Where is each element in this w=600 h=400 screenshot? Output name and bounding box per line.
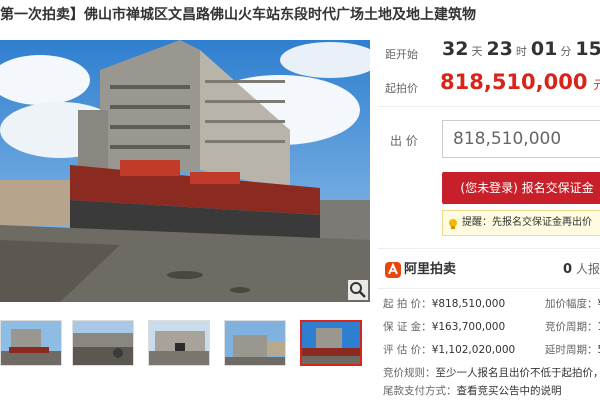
registration-count-number: 0 — [563, 262, 573, 277]
countdown-minutes: 01 — [530, 38, 558, 60]
detail-rule: 竞价规则：至少一人报名且出价不低于起拍价， — [383, 365, 600, 380]
register-deposit-button[interactable]: (您未登录) 报名交保证金 — [442, 172, 600, 204]
divider — [378, 106, 600, 107]
lightbulb-icon — [447, 216, 459, 229]
bid-label: 出 价 — [390, 134, 418, 148]
thumbnail-1[interactable] — [0, 320, 62, 366]
detail-start-price-label: 起 拍 价： — [383, 298, 432, 310]
detail-delay-cycle-label: 延时周期： — [545, 344, 598, 356]
detail-delay-cycle: 延时周期：5 — [545, 342, 600, 357]
detail-rule-label: 竞价规则： — [383, 367, 436, 379]
countdown-hours-unit: 时 — [515, 45, 527, 58]
countdown-timer: 32天23时01分15.3 — [442, 38, 600, 60]
countdown-hours: 23 — [486, 38, 513, 60]
countdown-seconds: 15.3 — [575, 38, 600, 60]
tip-text: 提醒：先报名交保证金再出价 — [462, 217, 592, 228]
main-photo[interactable] — [0, 40, 370, 302]
starting-price: 818,510,000 元 — [440, 70, 600, 94]
registration-count: 0人报名 — [563, 260, 600, 277]
thumbnail-strip — [0, 320, 370, 368]
detail-payment-link[interactable]: 查看竞买公告中的说明 — [457, 385, 562, 397]
starting-price-unit: 元 — [593, 78, 600, 92]
detail-deposit-value: ¥163,700,000 — [431, 321, 506, 333]
tip-box: 提醒：先报名交保证金再出价 — [442, 210, 600, 236]
countdown-minutes-unit: 分 — [560, 45, 572, 58]
detail-start-price: 起 拍 价：¥818,510,000 — [383, 296, 505, 311]
ali-auction-logo-icon — [385, 261, 401, 278]
platform-logo[interactable]: 阿里拍卖 — [385, 258, 456, 280]
thumbnail-5-selected[interactable] — [300, 320, 362, 366]
detail-increment: 加价幅度：¥ — [545, 296, 600, 311]
detail-appraisal-value: ¥1,102,020,000 — [431, 344, 516, 356]
detail-bid-cycle: 竞价周期：1 — [545, 319, 600, 334]
detail-bid-cycle-label: 竞价周期： — [545, 321, 598, 333]
divider — [378, 248, 600, 249]
detail-appraisal-label: 评 估 价： — [383, 344, 432, 356]
countdown-days: 32 — [442, 38, 469, 60]
registration-count-suffix: 人报名 — [576, 262, 600, 276]
detail-rule-value: 至少一人报名且出价不低于起拍价， — [435, 367, 600, 379]
starting-price-label: 起拍价 — [385, 82, 418, 95]
countdown-label: 距开始 — [385, 48, 418, 61]
detail-increment-label: 加价幅度： — [545, 298, 598, 310]
detail-deposit: 保 证 金：¥163,700,000 — [383, 319, 505, 334]
countdown-days-unit: 天 — [471, 45, 483, 58]
thumbnail-2[interactable] — [72, 320, 134, 366]
detail-appraisal: 评 估 价：¥1,102,020,000 — [383, 342, 515, 357]
detail-start-price-value: ¥818,510,000 — [431, 298, 506, 310]
page-title: 第一次拍卖】佛山市禅城区文昌路佛山火车站东段时代广场土地及地上建筑物 — [0, 7, 476, 23]
magnifier-icon[interactable] — [348, 280, 368, 300]
thumbnail-3[interactable] — [148, 320, 210, 366]
divider — [378, 288, 600, 289]
building-photo-illustration — [0, 40, 370, 302]
detail-payment: 尾款支付方式：查看竞买公告中的说明 — [383, 383, 562, 398]
platform-name: 阿里拍卖 — [404, 262, 457, 277]
detail-payment-label: 尾款支付方式： — [383, 385, 457, 397]
bid-amount-input[interactable]: 818,510,000 — [442, 120, 600, 158]
detail-deposit-label: 保 证 金： — [383, 321, 432, 333]
thumbnail-4[interactable] — [224, 320, 286, 366]
starting-price-value: 818,510,000 — [440, 70, 588, 94]
